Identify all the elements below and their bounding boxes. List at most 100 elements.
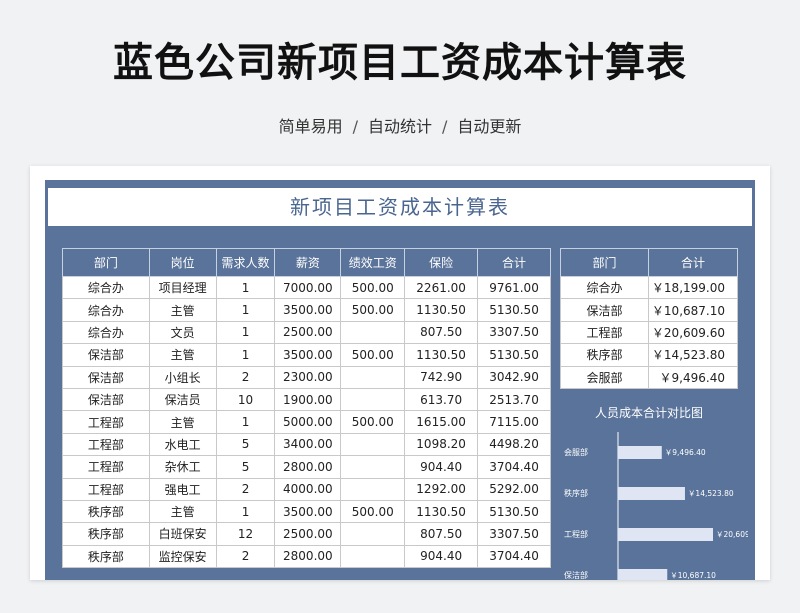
table-cell[interactable]: 保洁部 — [62, 365, 150, 389]
table-cell[interactable]: 白班保安 — [148, 522, 217, 546]
table-cell[interactable]: 工程部 — [62, 432, 150, 457]
table-cell[interactable]: 文员 — [148, 320, 217, 345]
table-cell[interactable]: 500.00 — [340, 410, 406, 434]
table-cell[interactable]: 强电工 — [148, 477, 217, 501]
table-cell[interactable]: 工程部 — [62, 455, 150, 479]
table-cell[interactable]: 综合办 — [62, 298, 150, 322]
table-cell[interactable]: 2800.00 — [274, 455, 342, 479]
table-cell[interactable]: 3307.50 — [477, 320, 551, 345]
table-cell[interactable]: 12 — [215, 522, 276, 546]
table-cell[interactable]: 10 — [215, 387, 276, 412]
table-cell[interactable]: 4498.20 — [477, 432, 551, 457]
table-cell[interactable]: 综合办 — [62, 320, 150, 345]
table-cell[interactable]: 5130.50 — [477, 499, 551, 524]
table-cell[interactable]: 1 — [215, 275, 276, 300]
table-cell[interactable]: 秩序部 — [62, 544, 150, 569]
table-cell[interactable]: 1 — [215, 320, 276, 345]
table-cell[interactable]: 5130.50 — [477, 343, 551, 367]
table-cell[interactable]: 1 — [215, 343, 276, 367]
table-cell[interactable]: 监控保安 — [148, 544, 217, 569]
table-cell[interactable]: 3500.00 — [274, 343, 342, 367]
table-cell[interactable]: 2800.00 — [274, 544, 342, 569]
table-cell[interactable]: 项目经理 — [148, 275, 217, 300]
table-cell[interactable]: 综合办 — [62, 275, 150, 300]
table-cell[interactable]: 2500.00 — [274, 320, 342, 345]
table-cell[interactable]: 1900.00 — [274, 387, 342, 412]
table-cell[interactable]: 1130.50 — [404, 343, 479, 367]
table-cell[interactable]: 小组长 — [148, 365, 217, 389]
table-cell[interactable]: 5000.00 — [274, 410, 342, 434]
table-cell[interactable] — [340, 387, 406, 412]
table-cell[interactable]: 2261.00 — [404, 275, 479, 300]
table-cell[interactable]: 3042.90 — [477, 365, 551, 389]
table-cell[interactable]: 807.50 — [404, 522, 479, 546]
table-cell[interactable]: 742.90 — [404, 365, 479, 389]
summary-cell[interactable]: ￥18,199.00 — [648, 275, 738, 300]
table-cell[interactable]: 500.00 — [340, 275, 406, 300]
table-cell[interactable]: 500.00 — [340, 298, 406, 322]
table-cell[interactable] — [340, 432, 406, 457]
table-cell[interactable]: 2513.70 — [477, 387, 551, 412]
table-cell[interactable]: 主管 — [148, 343, 217, 367]
table-cell[interactable]: 3704.40 — [477, 455, 551, 479]
table-cell[interactable]: 904.40 — [404, 544, 479, 569]
table-cell[interactable]: 5 — [215, 432, 276, 457]
table-cell[interactable]: 秩序部 — [62, 522, 150, 546]
table-cell[interactable]: 1130.50 — [404, 298, 479, 322]
summary-cell[interactable]: ￥10,687.10 — [648, 298, 738, 322]
table-cell[interactable]: 1292.00 — [404, 477, 479, 501]
table-cell[interactable]: 保洁部 — [62, 387, 150, 412]
table-cell[interactable]: 500.00 — [340, 343, 406, 367]
summary-cell[interactable]: 综合办 — [559, 275, 650, 300]
table-cell[interactable]: 1 — [215, 499, 276, 524]
summary-cell[interactable]: 秩序部 — [559, 343, 650, 367]
table-cell[interactable]: 2 — [215, 477, 276, 501]
table-cell[interactable]: 1 — [215, 298, 276, 322]
table-cell[interactable]: 5 — [215, 455, 276, 479]
table-cell[interactable] — [340, 522, 406, 546]
table-cell[interactable]: 1098.20 — [404, 432, 479, 457]
table-cell[interactable]: 613.70 — [404, 387, 479, 412]
table-cell[interactable]: 2 — [215, 365, 276, 389]
table-cell[interactable]: 主管 — [148, 499, 217, 524]
table-cell[interactable]: 7115.00 — [477, 410, 551, 434]
table-cell[interactable]: 3500.00 — [274, 499, 342, 524]
summary-cell[interactable]: ￥20,609.60 — [648, 320, 738, 345]
table-cell[interactable]: 1130.50 — [404, 499, 479, 524]
summary-cell[interactable]: 保洁部 — [559, 298, 650, 322]
table-cell[interactable] — [340, 544, 406, 569]
table-cell[interactable]: 杂休工 — [148, 455, 217, 479]
table-cell[interactable]: 2500.00 — [274, 522, 342, 546]
table-cell[interactable]: 5292.00 — [477, 477, 551, 501]
table-cell[interactable] — [340, 477, 406, 501]
table-cell[interactable]: 工程部 — [62, 477, 150, 501]
table-cell[interactable] — [340, 365, 406, 389]
table-cell[interactable]: 1615.00 — [404, 410, 479, 434]
table-cell[interactable]: 3500.00 — [274, 298, 342, 322]
table-cell[interactable] — [340, 455, 406, 479]
table-cell[interactable]: 秩序部 — [62, 499, 150, 524]
table-cell[interactable]: 水电工 — [148, 432, 217, 457]
table-cell[interactable]: 保洁部 — [62, 343, 150, 367]
table-cell[interactable]: 主管 — [148, 298, 217, 322]
table-cell[interactable]: 807.50 — [404, 320, 479, 345]
table-cell[interactable]: 3704.40 — [477, 544, 551, 569]
table-cell[interactable]: 500.00 — [340, 499, 406, 524]
table-cell[interactable]: 1 — [215, 410, 276, 434]
table-cell[interactable]: 工程部 — [62, 410, 150, 434]
table-cell[interactable]: 主管 — [148, 410, 217, 434]
table-cell[interactable]: 5130.50 — [477, 298, 551, 322]
table-cell[interactable]: 9761.00 — [477, 275, 551, 300]
table-cell[interactable]: 7000.00 — [274, 275, 342, 300]
table-cell[interactable]: 4000.00 — [274, 477, 342, 501]
summary-cell[interactable]: 工程部 — [559, 320, 650, 345]
table-cell[interactable]: 2300.00 — [274, 365, 342, 389]
table-cell[interactable]: 2 — [215, 544, 276, 569]
table-cell[interactable] — [340, 320, 406, 345]
table-cell[interactable]: 3400.00 — [274, 432, 342, 457]
summary-cell[interactable]: 会服部 — [559, 365, 650, 389]
table-cell[interactable]: 保洁员 — [148, 387, 217, 412]
table-cell[interactable]: 3307.50 — [477, 522, 551, 546]
table-cell[interactable]: 904.40 — [404, 455, 479, 479]
summary-cell[interactable]: ￥14,523.80 — [648, 343, 738, 367]
